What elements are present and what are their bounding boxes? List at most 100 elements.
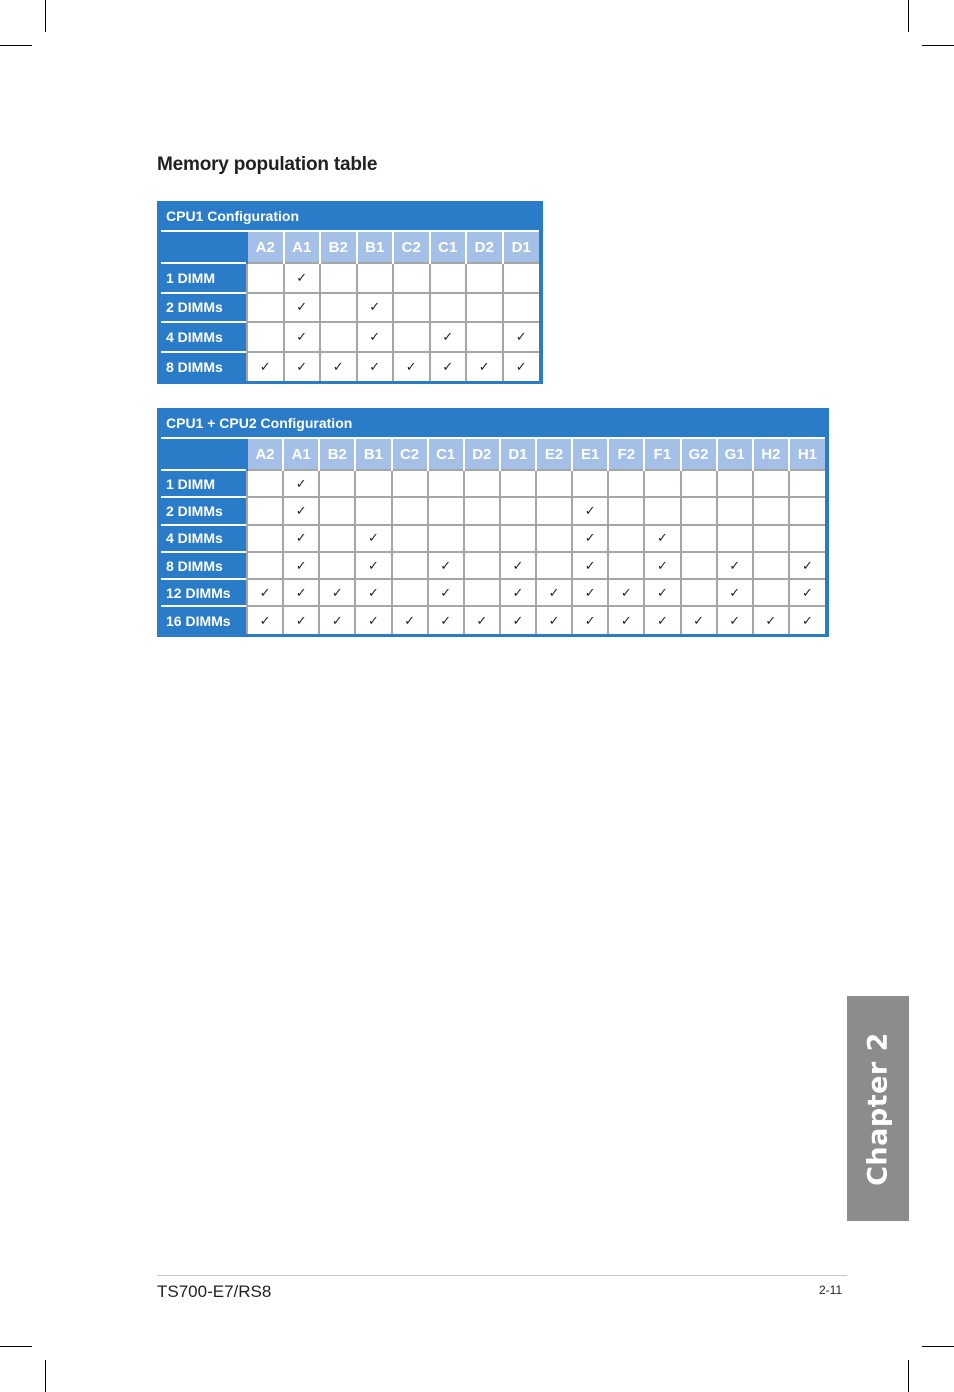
slot-cell-b1: ✓ bbox=[354, 550, 392, 580]
slot-header-c2: C2 bbox=[390, 439, 428, 470]
slot-header-b1: B1 bbox=[354, 439, 392, 470]
slot-header-a1: A1 bbox=[282, 232, 320, 263]
slot-cell-c2: ✓ bbox=[390, 605, 428, 634]
checkmark-icon: ✓ bbox=[442, 328, 454, 344]
slot-cell-a2: ✓ bbox=[245, 578, 284, 607]
slot-cell-b2 bbox=[319, 321, 357, 352]
checkmark-icon: ✓ bbox=[367, 557, 379, 573]
slot-cell-g1: ✓ bbox=[715, 578, 753, 607]
slot-cell-a1: ✓ bbox=[282, 578, 320, 607]
slot-cell-d1: ✓ bbox=[501, 350, 539, 381]
checkmark-icon: ✓ bbox=[584, 584, 596, 600]
footer-page-number: 2-11 bbox=[819, 1283, 843, 1297]
checkmark-icon: ✓ bbox=[296, 269, 308, 285]
slot-cell-g2: ✓ bbox=[679, 605, 717, 634]
checkmark-icon: ✓ bbox=[259, 584, 271, 600]
checkmark-icon: ✓ bbox=[295, 612, 307, 628]
table-row: 8 DIMMs ✓ ✓ ✓ ✓ ✓ ✓ ✓ ✓ bbox=[161, 550, 825, 580]
table-caption: CPU1 + CPU2 Configuration bbox=[161, 408, 825, 439]
checkmark-icon: ✓ bbox=[656, 530, 668, 546]
checkmark-icon: ✓ bbox=[729, 557, 741, 573]
slot-cell-c1: ✓ bbox=[428, 321, 466, 352]
slot-header-d1: D1 bbox=[501, 232, 539, 263]
slot-cell-g1 bbox=[715, 496, 753, 525]
slot-cell-g1: ✓ bbox=[715, 550, 753, 580]
slot-cell-a1: ✓ bbox=[282, 291, 320, 322]
slot-cell-d1 bbox=[498, 523, 536, 552]
slot-cell-d2 bbox=[465, 262, 503, 293]
slot-cell-b1 bbox=[355, 262, 393, 293]
row-label: 1 DIMM bbox=[161, 262, 247, 293]
slot-cell-c1 bbox=[428, 291, 466, 322]
slot-cell-c2 bbox=[390, 496, 428, 525]
slot-cell-d2 bbox=[462, 550, 500, 580]
slot-cell-f1: ✓ bbox=[643, 550, 681, 580]
slot-cell-h2 bbox=[751, 578, 789, 607]
slot-cell-c1 bbox=[426, 523, 464, 552]
checkmark-icon: ✓ bbox=[478, 358, 490, 374]
table-caption: CPU1 Configuration bbox=[161, 201, 539, 232]
slot-cell-e2: ✓ bbox=[534, 578, 573, 607]
checkmark-icon: ✓ bbox=[801, 612, 813, 628]
slot-cell-b2: ✓ bbox=[319, 350, 357, 381]
slot-cell-d2 bbox=[462, 578, 500, 607]
slot-cell-f1 bbox=[643, 468, 681, 498]
slot-header-h2: H2 bbox=[751, 439, 789, 470]
checkmark-icon: ✓ bbox=[405, 358, 417, 374]
slot-cell-a1: ✓ bbox=[282, 262, 320, 293]
checkmark-icon: ✓ bbox=[259, 358, 271, 374]
crop-mark bbox=[922, 1346, 954, 1347]
slot-cell-g2 bbox=[679, 523, 717, 552]
slot-cell-a1: ✓ bbox=[282, 605, 320, 634]
slot-cell-g2 bbox=[679, 468, 717, 498]
checkmark-icon: ✓ bbox=[331, 584, 343, 600]
slot-cell-c1: ✓ bbox=[426, 605, 464, 634]
slot-cell-b1 bbox=[354, 468, 392, 498]
slot-cell-a1: ✓ bbox=[282, 523, 320, 552]
checkmark-icon: ✓ bbox=[693, 612, 705, 628]
table-row: 1 DIMM ✓ bbox=[161, 468, 825, 498]
slot-cell-e2 bbox=[534, 468, 573, 498]
checkmark-icon: ✓ bbox=[548, 584, 560, 600]
table-row: 16 DIMMs ✓ ✓ ✓ ✓ ✓ ✓ ✓ ✓ ✓ ✓ ✓ ✓ ✓ ✓ ✓ ✓ bbox=[161, 605, 825, 634]
slot-cell-c2 bbox=[390, 468, 428, 498]
slot-cell-h1: ✓ bbox=[787, 550, 825, 580]
checkmark-icon: ✓ bbox=[729, 584, 741, 600]
slot-header-e1: E1 bbox=[571, 439, 609, 470]
slot-cell-g2 bbox=[679, 550, 717, 580]
slot-cell-a1: ✓ bbox=[282, 550, 320, 580]
checkmark-icon: ✓ bbox=[295, 557, 307, 573]
slot-cell-c1 bbox=[428, 262, 466, 293]
slot-cell-g1 bbox=[715, 523, 753, 552]
slot-cell-c1: ✓ bbox=[426, 550, 464, 580]
slot-cell-d1 bbox=[501, 291, 539, 322]
slot-header-a1: A1 bbox=[282, 439, 320, 470]
slot-cell-b2: ✓ bbox=[318, 578, 356, 607]
slot-cell-d2 bbox=[462, 468, 500, 498]
row-label: 8 DIMMs bbox=[161, 350, 247, 381]
slot-cell-d2: ✓ bbox=[462, 605, 500, 634]
slot-cell-a1: ✓ bbox=[282, 350, 320, 381]
slot-cell-c2: ✓ bbox=[392, 350, 430, 381]
slot-cell-b2 bbox=[318, 523, 356, 552]
slot-header-c1: C1 bbox=[428, 232, 466, 263]
slot-cell-g2 bbox=[679, 578, 717, 607]
checkmark-icon: ✓ bbox=[512, 557, 524, 573]
crop-mark bbox=[908, 1360, 909, 1392]
slot-cell-b1: ✓ bbox=[354, 605, 392, 634]
slot-cell-b2 bbox=[319, 291, 357, 322]
slot-cell-f2 bbox=[607, 550, 645, 580]
slot-header-e2: E2 bbox=[534, 439, 573, 470]
slot-header-c1: C1 bbox=[426, 439, 464, 470]
slot-cell-b1: ✓ bbox=[354, 523, 392, 552]
row-label: 4 DIMMs bbox=[161, 321, 247, 352]
slot-header-row: A2 A1 B2 B1 C2 C1 D2 D1 bbox=[161, 232, 539, 263]
slot-header-b2: B2 bbox=[318, 439, 356, 470]
slot-cell-d2: ✓ bbox=[465, 350, 503, 381]
slot-cell-e1: ✓ bbox=[571, 605, 609, 634]
checkmark-icon: ✓ bbox=[440, 612, 452, 628]
slot-cell-d1 bbox=[498, 468, 536, 498]
crop-mark bbox=[0, 45, 32, 46]
checkmark-icon: ✓ bbox=[367, 612, 379, 628]
slot-cell-h2 bbox=[751, 550, 789, 580]
